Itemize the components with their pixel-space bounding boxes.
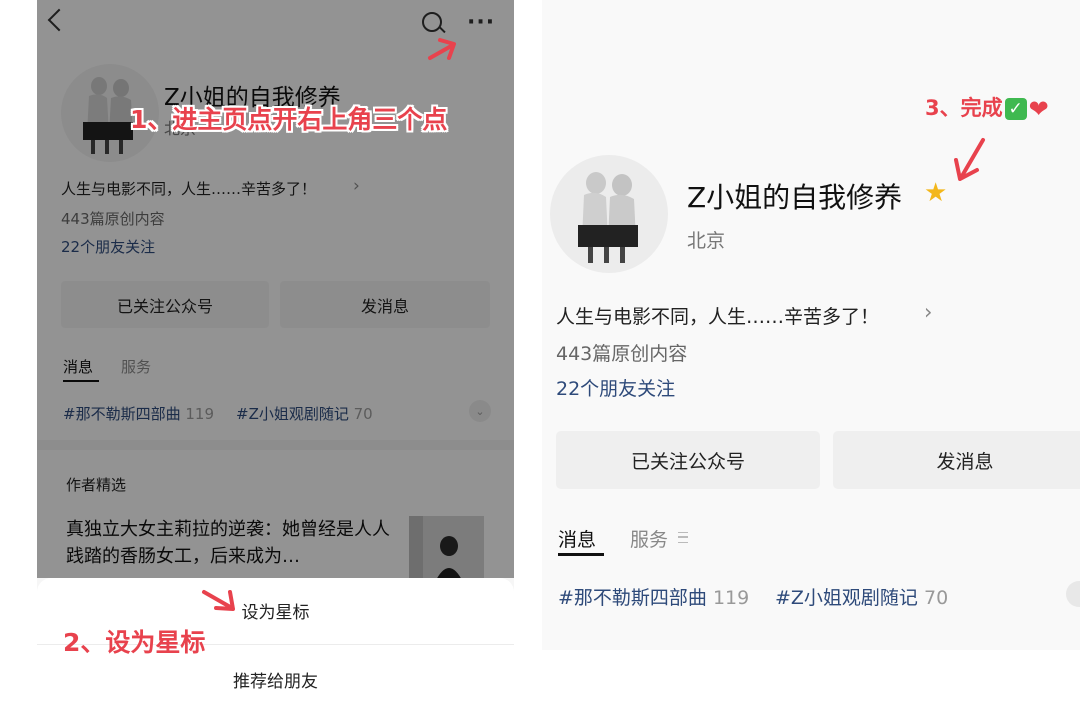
arrow-icon [202,590,235,611]
arrow-icon [428,38,456,60]
annotation-arrows [202,38,985,611]
arrow-icon [954,138,985,181]
